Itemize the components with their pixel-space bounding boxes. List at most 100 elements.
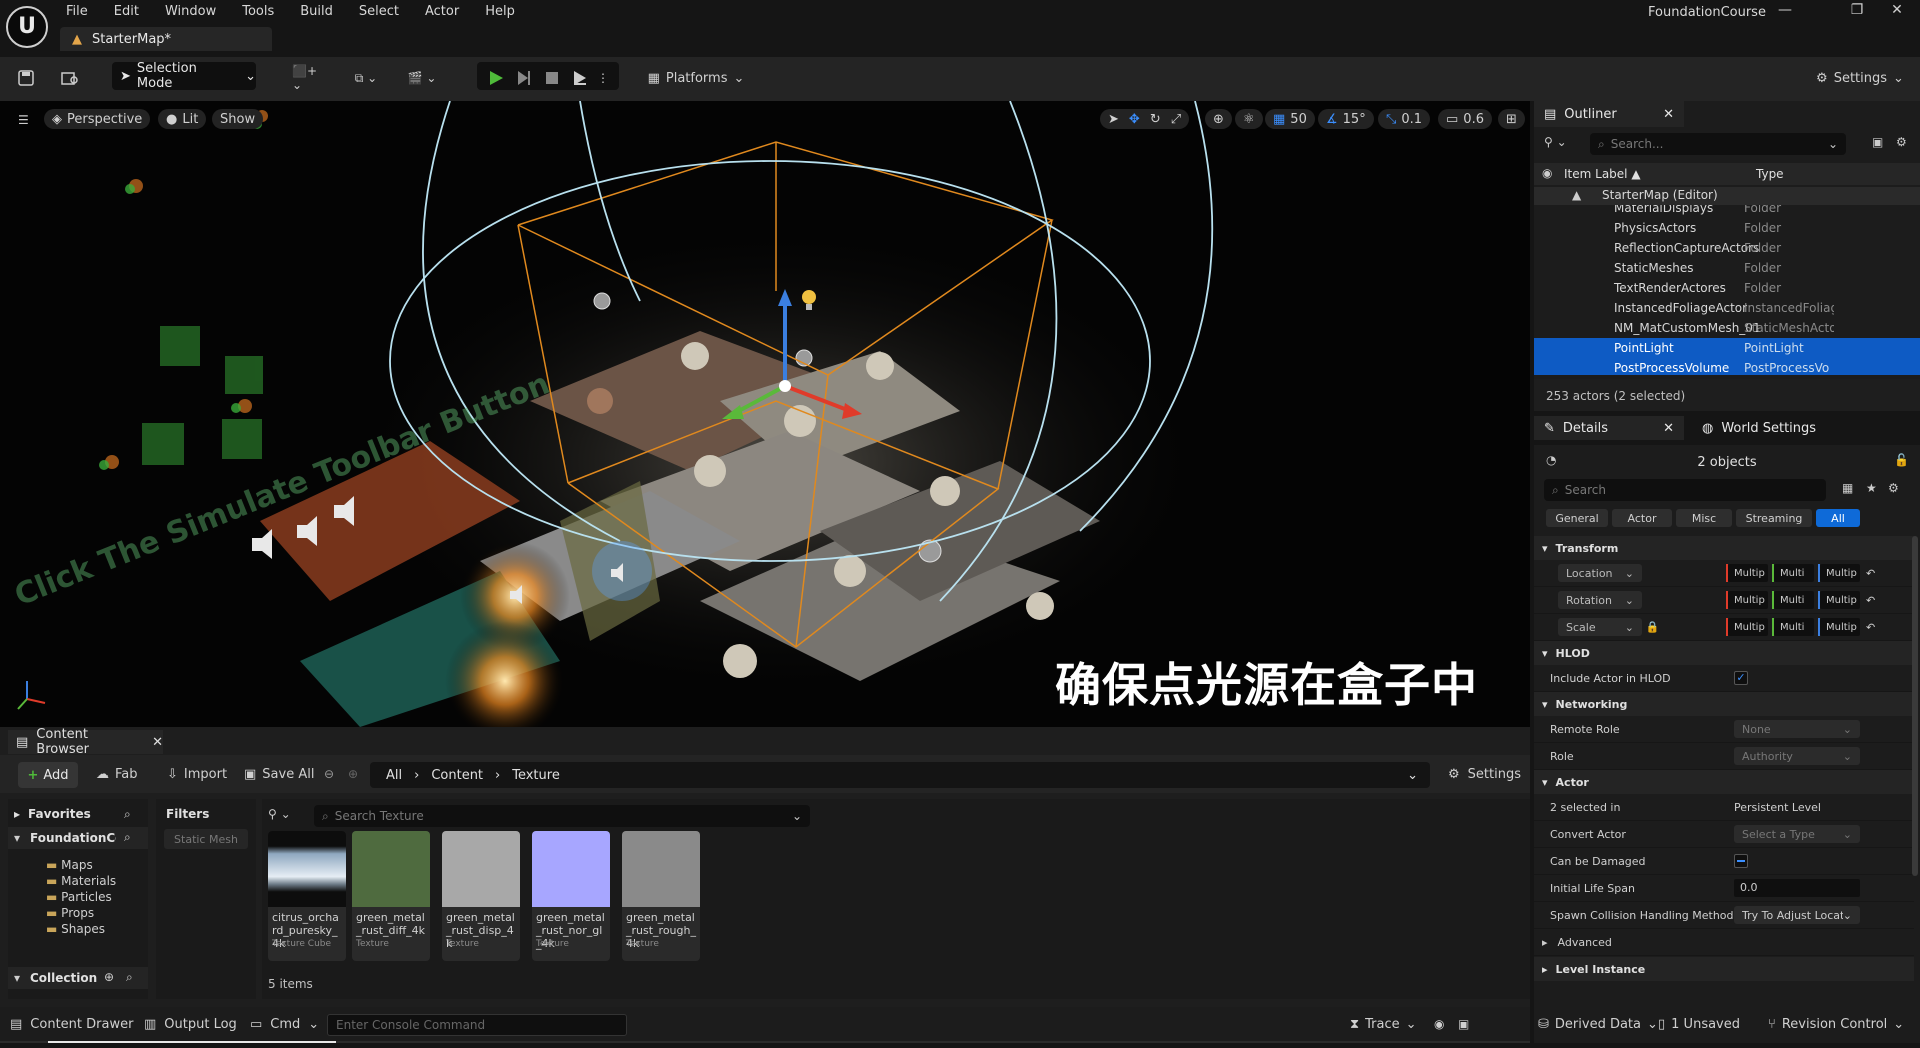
folder-maps[interactable]: ▬ Maps xyxy=(46,857,116,873)
path-content[interactable]: Content xyxy=(431,768,483,783)
remote-role-dropdown[interactable]: None ⌄ xyxy=(1734,720,1860,738)
outliner-row[interactable]: PhysicsActors Folder xyxy=(1534,218,1920,238)
outliner-row-selected[interactable]: PointLight PointLight xyxy=(1534,338,1920,358)
content-browser-tab[interactable]: ▤ Content Browser ✕ xyxy=(8,727,163,757)
eject-icon[interactable] xyxy=(568,64,592,92)
col-item-label[interactable]: Item Label ▲ xyxy=(1564,167,1641,181)
grid-snap-button[interactable]: ▦ 50 xyxy=(1265,109,1315,129)
close-icon[interactable]: ✕ xyxy=(1882,2,1912,22)
save-all-button[interactable]: ▣ Save All xyxy=(244,767,314,782)
folder-shapes[interactable]: ▬ Shapes xyxy=(46,921,116,937)
menu-tools[interactable]: Tools xyxy=(242,3,274,20)
save-icon[interactable] xyxy=(14,64,38,92)
gear-icon[interactable]: ⚙ xyxy=(1888,481,1899,495)
asset-tile[interactable]: green_metal_rust_disp_4k Texture xyxy=(442,831,520,961)
networking-section[interactable]: ▾ Networking xyxy=(1534,692,1914,716)
search-icon[interactable]: ⌕ xyxy=(124,830,131,845)
menu-help[interactable]: Help xyxy=(485,3,515,20)
static-mesh-filter-chip[interactable]: Static Mesh xyxy=(164,829,248,849)
screenshot-icon[interactable]: ▣ xyxy=(1458,1017,1469,1031)
menu-file[interactable]: File xyxy=(66,3,88,20)
move-tool-icon[interactable]: ✥ xyxy=(1129,112,1140,127)
console-input[interactable]: Enter Console Command xyxy=(327,1014,627,1036)
lit-button[interactable]: ● Lit xyxy=(158,109,207,129)
stop-icon[interactable] xyxy=(540,64,564,92)
trace-dropdown[interactable]: ⧗ Trace ⌄ xyxy=(1350,1017,1417,1032)
close-tab-icon[interactable]: ✕ xyxy=(1663,421,1674,436)
cb-settings-button[interactable]: ⚙ Settings xyxy=(1448,767,1521,782)
star-icon[interactable]: ★ xyxy=(1866,481,1877,495)
details-scrollbar[interactable] xyxy=(1912,536,1918,876)
folder-particles[interactable]: ▬ Particles xyxy=(46,889,116,905)
minimize-icon[interactable]: — xyxy=(1770,2,1800,22)
forward-icon[interactable]: ⊕ xyxy=(348,767,358,781)
search-texture-input[interactable]: ⌕ Search Texture ⌄ xyxy=(314,805,810,827)
fab-button[interactable]: ☁ Fab xyxy=(96,767,138,782)
details-search-input[interactable]: ⌕ Search xyxy=(1544,479,1826,501)
select-tool-icon[interactable]: ➤ xyxy=(1108,112,1119,127)
outliner-row[interactable]: ReflectionCaptureActors Folder xyxy=(1534,238,1920,258)
asset-tile[interactable]: green_metal_rust_nor_gl_4k Texture xyxy=(532,831,610,961)
outliner-row[interactable]: InstancedFoliageActor InstancedFoliag xyxy=(1534,298,1920,318)
viewport-menu-icon[interactable]: ☰ xyxy=(18,113,36,129)
filter-icon[interactable]: ⚲ ⌄ xyxy=(268,807,291,821)
reset-icon[interactable]: ↶ xyxy=(1866,621,1875,634)
play-icon[interactable] xyxy=(484,64,508,92)
location-x[interactable]: Multip xyxy=(1728,564,1768,582)
close-tab-icon[interactable]: ✕ xyxy=(1663,107,1674,122)
rotation-y[interactable]: Multi xyxy=(1774,591,1814,609)
record-icon[interactable]: ◉ xyxy=(1434,1017,1444,1031)
world-space-icon[interactable]: ⊕ xyxy=(1205,109,1232,129)
blueprint-icon[interactable]: ⧉ ⌄ xyxy=(348,64,384,92)
content-drawer-button[interactable]: ▤ Content Drawer xyxy=(10,1017,133,1032)
path-texture[interactable]: Texture xyxy=(512,768,560,783)
camera-speed-button[interactable]: ▭ 0.6 xyxy=(1438,109,1492,129)
more-options-icon[interactable]: ⋮ xyxy=(596,64,610,92)
outliner-row[interactable]: MaterialDisplays Folder xyxy=(1534,205,1920,218)
add-actor-icon[interactable]: ⬛+ ⌄ xyxy=(292,64,328,92)
filter-general[interactable]: General xyxy=(1546,509,1608,527)
actor-section[interactable]: ▾ Actor xyxy=(1534,770,1914,794)
step-icon[interactable] xyxy=(512,64,536,92)
filter-actor[interactable]: Actor xyxy=(1612,509,1672,527)
unsaved-button[interactable]: ▯ 1 Unsaved xyxy=(1658,1017,1740,1032)
favorites-header[interactable]: ▸ Favorites xyxy=(14,807,91,821)
filter-icon[interactable]: ⚲ ⌄ xyxy=(1544,135,1567,149)
browse-icon[interactable] xyxy=(58,64,82,92)
surface-snap-icon[interactable]: ⚛ xyxy=(1235,109,1263,129)
outliner-tab[interactable]: ▤ Outliner ✕ xyxy=(1534,101,1684,127)
show-button[interactable]: Show xyxy=(212,109,264,129)
folder-props[interactable]: ▬ Props xyxy=(46,905,116,921)
lock-icon[interactable]: 🔒 xyxy=(1646,621,1660,634)
scale-dropdown[interactable]: Scale ⌄ xyxy=(1558,618,1642,636)
outliner-row[interactable]: TextRenderActores Folder xyxy=(1534,278,1920,298)
back-icon[interactable]: ⊖ xyxy=(324,767,334,781)
scale-tool-icon[interactable]: ⤢ xyxy=(1171,112,1181,127)
menu-actor[interactable]: Actor xyxy=(425,3,459,20)
asset-tile[interactable]: green_metal_rust_diff_4k Texture xyxy=(352,831,430,961)
unreal-logo-icon[interactable]: U xyxy=(6,6,48,48)
menu-select[interactable]: Select xyxy=(359,3,399,20)
advanced-row[interactable]: ▸ Advanced xyxy=(1534,929,1914,956)
rotation-z[interactable]: Multip xyxy=(1820,591,1860,609)
filter-all[interactable]: All xyxy=(1816,509,1860,527)
project-folder-row[interactable]: ▾ FoundationCou ⌕ xyxy=(8,827,148,849)
convert-actor-dropdown[interactable]: Select a Type ⌄ xyxy=(1734,825,1860,843)
close-tab-icon[interactable]: ✕ xyxy=(152,735,163,750)
life-span-input[interactable]: 0.0 xyxy=(1734,879,1860,897)
lock-icon[interactable]: 🔓 xyxy=(1894,453,1909,467)
settings-button[interactable]: ⚙ Settings ⌄ xyxy=(1810,64,1910,92)
scale-snap-button[interactable]: ⤡ 0.1 xyxy=(1378,109,1431,129)
rotate-tool-icon[interactable]: ↻ xyxy=(1150,112,1161,127)
import-button[interactable]: ⇩ Import xyxy=(167,767,227,782)
eye-icon[interactable]: ◉ xyxy=(1542,166,1552,180)
selection-mode-dropdown[interactable]: ➤ Selection Mode ⌄ xyxy=(112,61,256,91)
gear-icon[interactable]: ⚙ xyxy=(1896,135,1907,149)
reset-icon[interactable]: ↶ xyxy=(1866,567,1875,580)
menu-build[interactable]: Build xyxy=(300,3,333,20)
cinematics-icon[interactable]: 🎬 ⌄ xyxy=(404,64,440,92)
collection-header[interactable]: ▾ Collection ⊕ ⌕ xyxy=(8,967,148,989)
can-be-damaged-checkbox[interactable] xyxy=(1734,854,1748,868)
asset-tile[interactable]: green_metal_rust_rough_4k Texture xyxy=(622,831,700,961)
map-tab[interactable]: ▲ StarterMap* xyxy=(60,27,272,51)
